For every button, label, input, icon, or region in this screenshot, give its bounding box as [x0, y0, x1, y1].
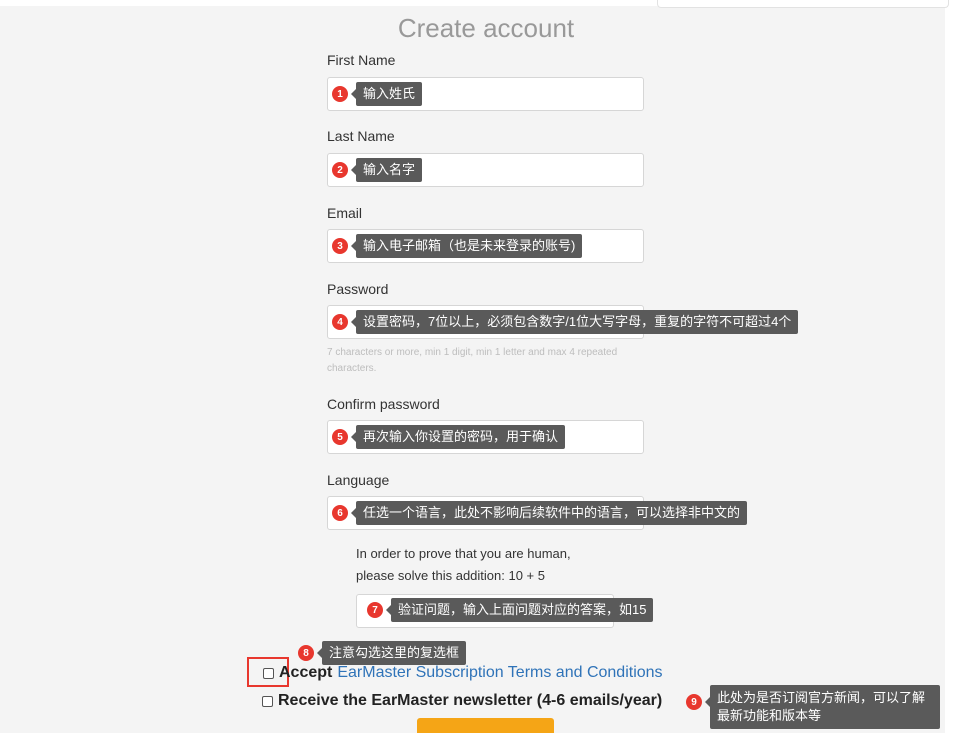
annotation-9: 9 此处为是否订阅官方新闻，可以了解最新功能和版本等 — [686, 685, 940, 729]
annotation-text: 输入姓氏 — [356, 82, 423, 106]
confirm-password-label: Confirm password — [327, 396, 440, 412]
password-hint: 7 characters or more, min 1 digit, min 1… — [327, 347, 618, 374]
annotation-4: 4 设置密码，7位以上，必须包含数字/1位大写字母，重复的字符不可超过4个 — [332, 310, 799, 334]
annotation-text: 任选一个语言，此处不影响后续软件中的语言，可以选择非中文的 — [356, 501, 748, 525]
annotation-number-badge: 7 — [367, 602, 383, 618]
annotation-text: 此处为是否订阅官方新闻，可以了解最新功能和版本等 — [710, 685, 940, 729]
screenshot-stage: Create account First Name 1 输入姓氏 Last Na… — [0, 0, 960, 733]
create-account-button[interactable] — [417, 718, 554, 733]
annotation-text: 设置密码，7位以上，必须包含数字/1位大写字母，重复的字符不可超过4个 — [356, 310, 799, 334]
annotation-1: 1 输入姓氏 — [332, 82, 423, 106]
annotation-number-badge: 9 — [686, 694, 702, 710]
page-title: Create account — [397, 13, 575, 43]
terms-link[interactable]: EarMaster Subscription Terms and Conditi… — [337, 664, 662, 682]
annotation-6: 6 任选一个语言，此处不影响后续软件中的语言，可以选择非中文的 — [332, 501, 748, 525]
top-popup-edge — [657, 0, 949, 8]
annotation-text: 注意勾选这里的复选框 — [322, 641, 467, 665]
newsletter-checkbox[interactable] — [262, 695, 273, 707]
annotation-3: 3 输入电子邮箱（也是未来登录的账号) — [332, 234, 583, 258]
annotation-number-badge: 2 — [332, 162, 348, 178]
annotation-number-badge: 3 — [332, 238, 348, 254]
annotation-number-badge: 6 — [332, 505, 348, 521]
annotation-number-badge: 1 — [332, 86, 348, 102]
annotation-number-badge: 8 — [298, 645, 314, 661]
annotation-text: 验证问题，输入上面问题对应的答案，如15 — [391, 598, 654, 622]
newsletter-label: Receive the EarMaster newsletter (4-6 em… — [278, 692, 663, 709]
annotation-2: 2 输入名字 — [332, 158, 423, 182]
password-label: Password — [327, 281, 389, 297]
annotation-8: 8 注意勾选这里的复选框 — [298, 641, 467, 665]
annotation-5: 5 再次输入你设置的密码，用于确认 — [332, 425, 566, 449]
annotation-7: 7 验证问题，输入上面问题对应的答案，如15 — [367, 598, 654, 622]
language-label: Language — [327, 472, 390, 488]
last-name-label: Last Name — [327, 128, 395, 144]
annotation-text: 再次输入你设置的密码，用于确认 — [356, 425, 566, 449]
annotation-text: 输入名字 — [356, 158, 423, 182]
accept-terms-row: Accept EarMaster Subscription Terms and … — [263, 664, 663, 682]
annotation-text: 输入电子邮箱（也是未来登录的账号) — [356, 234, 583, 258]
annotation-number-badge: 4 — [332, 314, 348, 330]
email-label: Email — [327, 205, 363, 221]
captcha-line-1: In order to prove that you are human, — [356, 546, 571, 561]
first-name-label: First Name — [327, 52, 396, 68]
captcha-line-2: please solve this addition: 10 + 5 — [356, 568, 545, 583]
newsletter-row: Receive the EarMaster newsletter (4-6 em… — [262, 692, 662, 710]
accept-terms-checkbox[interactable] — [263, 667, 274, 679]
accept-label: Accept — [279, 664, 333, 681]
annotation-number-badge: 5 — [332, 429, 348, 445]
captcha-question: In order to prove that you are human, pl… — [356, 543, 571, 587]
